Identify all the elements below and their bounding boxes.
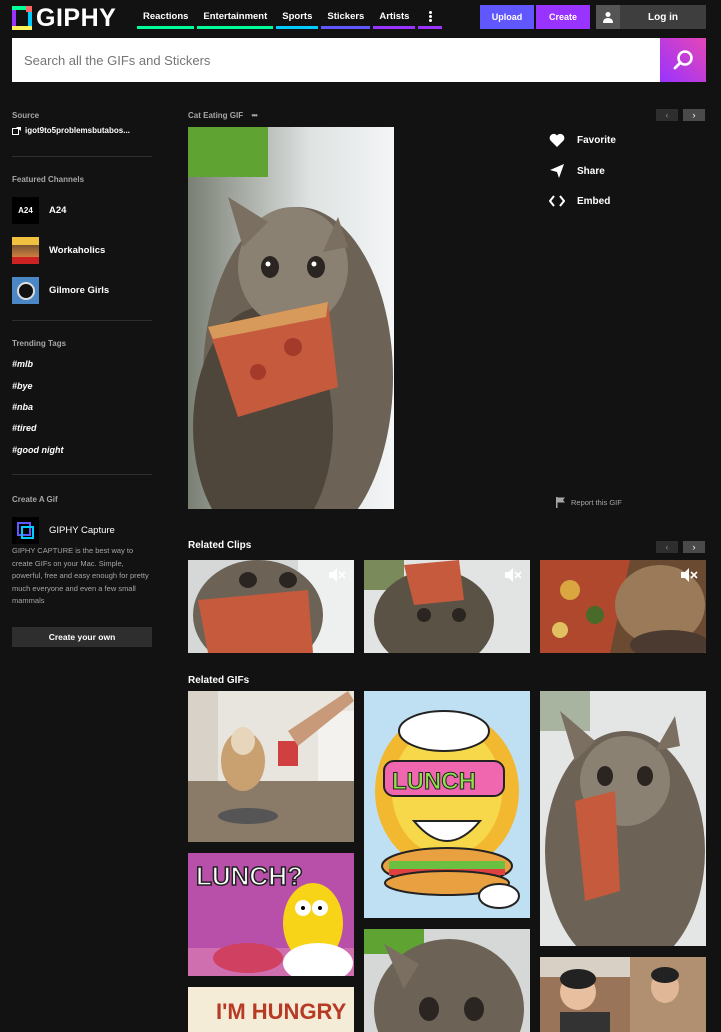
mute-icon[interactable] (504, 568, 522, 582)
channel-avatar (12, 237, 39, 264)
heart-icon (549, 133, 565, 147)
channel-gilmore-girls[interactable]: Gilmore Girls (12, 277, 109, 304)
related-gif[interactable] (364, 929, 530, 1032)
channel-a24[interactable]: A24 A24 (12, 197, 66, 224)
upload-button[interactable]: Upload (480, 5, 534, 29)
login-button[interactable]: Log in (596, 5, 706, 29)
related-clip[interactable] (364, 560, 530, 653)
more-menu-icon[interactable] (418, 5, 443, 29)
featured-channels-title: Featured Channels (12, 175, 85, 184)
nav-artists[interactable]: Artists (373, 5, 416, 29)
channel-name: Workaholics (49, 245, 106, 256)
related-gif[interactable]: LUNCH? (188, 853, 354, 976)
channel-avatar: A24 (12, 197, 39, 224)
chevron-left-icon: ‹ (665, 542, 669, 552)
search-icon (673, 50, 693, 70)
gif-title: Cat Eating GIF ••• (188, 111, 258, 120)
related-gif[interactable]: I'M HUNGRY (188, 987, 354, 1032)
related-gif[interactable] (540, 691, 706, 946)
cat-closeup-gif (364, 929, 530, 1032)
related-gif[interactable] (188, 691, 354, 842)
related-clip[interactable] (540, 560, 706, 653)
kids-eating-gif (540, 957, 706, 1032)
logo-text: GIPHY (36, 3, 117, 32)
embed-icon (549, 195, 565, 207)
nav-stickers[interactable]: Stickers (321, 5, 371, 29)
homer-lunch-gif: LUNCH? (188, 853, 354, 976)
chevron-left-icon: ‹ (665, 110, 669, 120)
create-button[interactable]: Create (536, 5, 590, 29)
giphy-logo-icon (12, 6, 32, 30)
create-your-own-button[interactable]: Create your own (12, 627, 152, 647)
main-nav: Reactions Entertainment Sports Stickers … (137, 5, 443, 29)
mute-icon[interactable] (680, 568, 698, 582)
giphy-capture-link[interactable]: GIPHY Capture (12, 517, 115, 544)
related-clip[interactable] (188, 560, 354, 653)
divider (12, 474, 152, 475)
flag-icon (556, 497, 565, 508)
lunch-sandwich-sticker: LUNCH (364, 691, 530, 918)
user-icon (596, 5, 620, 29)
related-gifs-title: Related GIFs (188, 675, 250, 686)
source-title: Source (12, 111, 40, 120)
external-link-icon (12, 126, 21, 135)
im-hungry-text: I'M HUNGRY (216, 999, 347, 1024)
channel-name: Gilmore Girls (49, 285, 110, 296)
clips-prev-button[interactable]: ‹ (656, 541, 678, 553)
trending-tag[interactable]: #bye (12, 381, 33, 391)
lunch-question-text: LUNCH? (196, 861, 303, 891)
trending-tag[interactable]: #tired (12, 423, 37, 433)
trending-tags-title: Trending Tags (12, 339, 67, 348)
nav-entertainment[interactable]: Entertainment (197, 5, 274, 29)
nav-reactions[interactable]: Reactions (137, 5, 195, 29)
dog-eating-gif (188, 691, 354, 842)
channel-workaholics[interactable]: Workaholics (12, 237, 105, 264)
chevron-right-icon: › (692, 542, 696, 552)
search-button[interactable] (660, 38, 706, 82)
source-value: igot9to5problemsbutabos... (25, 126, 130, 135)
search-bar (12, 38, 706, 82)
report-gif-link[interactable]: Report this GIF (556, 497, 622, 508)
trending-tag[interactable]: #mlb (12, 359, 33, 369)
embed-button[interactable]: Embed (549, 194, 610, 208)
favorite-button[interactable]: Favorite (549, 133, 616, 147)
channel-name: A24 (49, 205, 67, 216)
related-clips-title: Related Clips (188, 540, 252, 551)
related-gif[interactable]: LUNCH (364, 691, 530, 918)
channel-avatar (12, 277, 39, 304)
giphy-capture-icon (12, 517, 39, 544)
mute-icon[interactable] (328, 568, 346, 582)
chevron-right-icon: › (692, 110, 696, 120)
divider (12, 156, 152, 157)
main-gif[interactable] (188, 127, 394, 509)
share-button[interactable]: Share (549, 164, 605, 178)
prev-gif-button[interactable]: ‹ (656, 109, 678, 121)
cat-eating-pizza-gif (540, 691, 706, 946)
capture-name: GIPHY Capture (49, 525, 115, 536)
lunch-sign-text: LUNCH (392, 768, 476, 795)
trending-tag[interactable]: #good night (12, 445, 64, 455)
trending-tag[interactable]: #nba (12, 402, 33, 412)
create-gif-title: Create A Gif (12, 495, 58, 504)
related-gif[interactable] (540, 957, 706, 1032)
source-link[interactable]: igot9to5problemsbutabos... (12, 126, 130, 135)
giphy-logo[interactable]: GIPHY (12, 3, 117, 32)
clips-next-button[interactable]: › (683, 541, 705, 553)
divider (12, 320, 152, 321)
cat-eating-pizza-image (188, 127, 394, 509)
next-gif-button[interactable]: › (683, 109, 705, 121)
nav-sports[interactable]: Sports (276, 5, 319, 29)
more-options-icon[interactable]: ••• (251, 111, 257, 120)
login-label: Log in (648, 11, 678, 23)
im-hungry-gif: I'M HUNGRY (188, 987, 354, 1032)
share-icon (550, 164, 564, 178)
capture-description: GIPHY CAPTURE is the best way to create … (12, 546, 149, 605)
search-input[interactable] (12, 38, 660, 82)
